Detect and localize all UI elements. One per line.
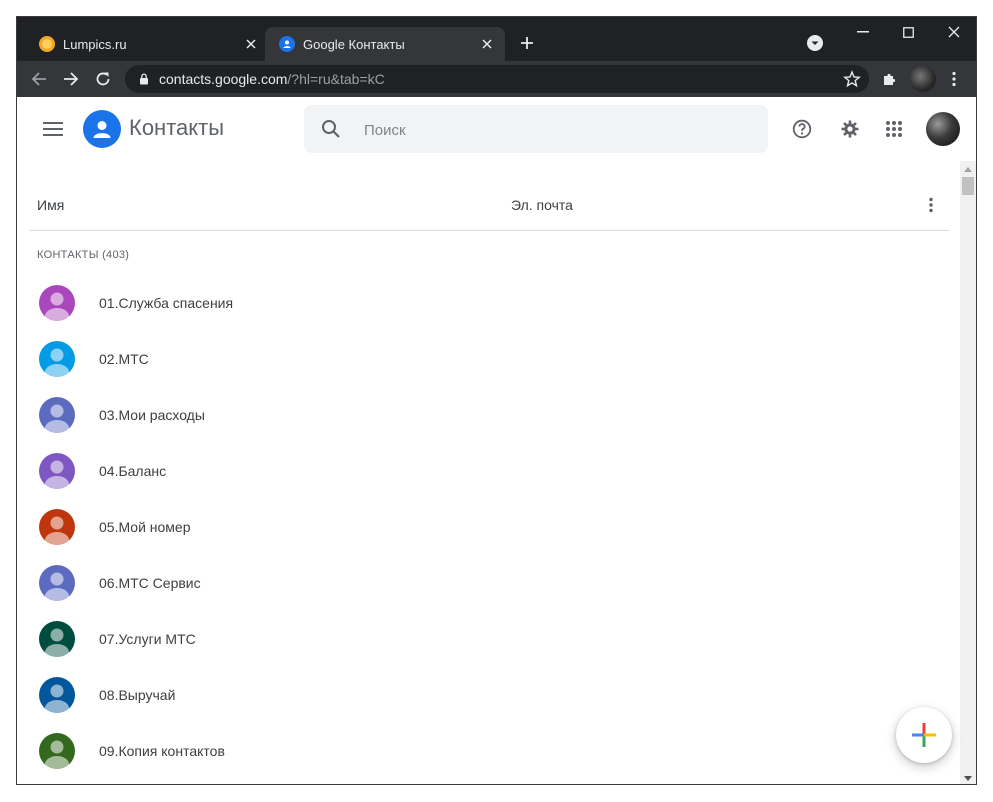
- contacts-favicon-icon: [279, 36, 295, 52]
- contact-avatar-icon[interactable]: [39, 621, 75, 657]
- contacts-logo-icon[interactable]: [83, 110, 121, 148]
- contact-avatar-icon[interactable]: [39, 565, 75, 601]
- contact-name: 08.Выручай: [99, 687, 176, 703]
- apps-grid-icon[interactable]: [882, 117, 906, 141]
- contact-row[interactable]: 09.Копия контактов: [17, 723, 960, 779]
- contact-avatar-icon[interactable]: [39, 397, 75, 433]
- tab-lumpics[interactable]: Lumpics.ru: [25, 27, 269, 61]
- contact-name: 06.МТС Сервис: [99, 575, 201, 591]
- close-tab-icon[interactable]: [479, 36, 495, 52]
- google-plus-icon: [912, 723, 936, 747]
- tab-google-contacts[interactable]: Google Контакты: [265, 27, 505, 61]
- extensions-puzzle-icon[interactable]: [878, 67, 902, 91]
- contact-name: 07.Услуги МТС: [99, 631, 196, 647]
- tab-strip: Lumpics.ru Google Контакты: [17, 17, 976, 61]
- browser-window: Lumpics.ru Google Контакты contacts.goog…: [16, 16, 977, 785]
- url-path: /?hl=ru&tab=kC: [287, 71, 385, 87]
- scrollbar[interactable]: [960, 161, 976, 784]
- contact-name: 04.Баланс: [99, 463, 167, 479]
- url-domain: contacts.google.com: [159, 71, 288, 87]
- settings-gear-icon[interactable]: [838, 117, 862, 141]
- minimize-button[interactable]: [840, 17, 886, 47]
- maximize-button[interactable]: [885, 17, 931, 47]
- back-arrow-icon[interactable]: [27, 67, 51, 91]
- new-tab-button[interactable]: [515, 31, 539, 55]
- create-contact-button[interactable]: [896, 707, 952, 763]
- scrollbar-thumb[interactable]: [962, 177, 974, 195]
- close-tab-icon[interactable]: [243, 36, 259, 52]
- lumpics-favicon-icon: [39, 36, 55, 52]
- contact-avatar-icon[interactable]: [39, 677, 75, 713]
- lock-icon[interactable]: [137, 72, 151, 86]
- search-input[interactable]: [362, 117, 746, 143]
- contact-row[interactable]: 06.МТС Сервис: [17, 555, 960, 611]
- column-header-email[interactable]: Эл. почта: [511, 197, 573, 213]
- reload-icon[interactable]: [91, 67, 115, 91]
- contact-avatar-icon[interactable]: [39, 285, 75, 321]
- contact-name: 03.Мои расходы: [99, 407, 205, 423]
- contact-avatar-icon[interactable]: [39, 509, 75, 545]
- search-icon[interactable]: [320, 118, 342, 140]
- contact-name: 01.Служба спасения: [99, 295, 234, 311]
- bookmark-star-icon[interactable]: [842, 70, 862, 88]
- column-header-name[interactable]: Имя: [37, 197, 64, 213]
- chrome-menu-icon[interactable]: [942, 67, 966, 91]
- section-label-contacts: КОНТАКТЫ (403): [37, 249, 130, 261]
- search-box[interactable]: [304, 105, 768, 153]
- close-window-button[interactable]: [931, 17, 976, 47]
- address-bar[interactable]: contacts.google.com/?hl=ru&tab=kC: [125, 65, 869, 93]
- contact-row[interactable]: 08.Выручай: [17, 667, 960, 723]
- tab-title: Google Контакты: [303, 36, 405, 52]
- contact-row[interactable]: 07.Услуги МТС: [17, 611, 960, 667]
- url-text[interactable]: contacts.google.com/?hl=ru&tab=kC: [159, 71, 385, 87]
- tab-search-icon[interactable]: [806, 34, 824, 52]
- app-header: Контакты: [17, 97, 976, 161]
- contact-name: 02.МТС: [99, 351, 149, 367]
- contact-row[interactable]: 05.Мой номер: [17, 499, 960, 555]
- browser-profile-avatar[interactable]: [910, 66, 936, 92]
- contact-avatar-icon[interactable]: [39, 453, 75, 489]
- app-title: Контакты: [129, 115, 225, 140]
- main-menu-icon[interactable]: [37, 117, 69, 141]
- contact-row[interactable]: 04.Баланс: [17, 443, 960, 499]
- contact-row[interactable]: 03.Мои расходы: [17, 387, 960, 443]
- tab-title: Lumpics.ru: [63, 36, 127, 52]
- browser-toolbar: contacts.google.com/?hl=ru&tab=kC: [17, 61, 976, 97]
- table-header: Имя Эл. почта: [29, 161, 949, 231]
- contact-avatar-icon[interactable]: [39, 341, 75, 377]
- contact-name: 05.Мой номер: [99, 519, 191, 535]
- account-avatar[interactable]: [926, 112, 960, 146]
- contact-row[interactable]: 01.Служба спасения: [17, 275, 960, 331]
- contact-avatar-icon[interactable]: [39, 733, 75, 769]
- contacts-content: Имя Эл. почта КОНТАКТЫ (403) 01.Служба с…: [17, 161, 960, 784]
- contact-name: 09.Копия контактов: [99, 743, 225, 759]
- forward-arrow-icon[interactable]: [59, 67, 83, 91]
- scroll-down-arrow-icon[interactable]: [960, 770, 976, 784]
- contact-row[interactable]: 02.МТС: [17, 331, 960, 387]
- scroll-up-arrow-icon[interactable]: [960, 161, 976, 177]
- help-icon[interactable]: [790, 117, 814, 141]
- more-vert-icon[interactable]: [919, 193, 943, 217]
